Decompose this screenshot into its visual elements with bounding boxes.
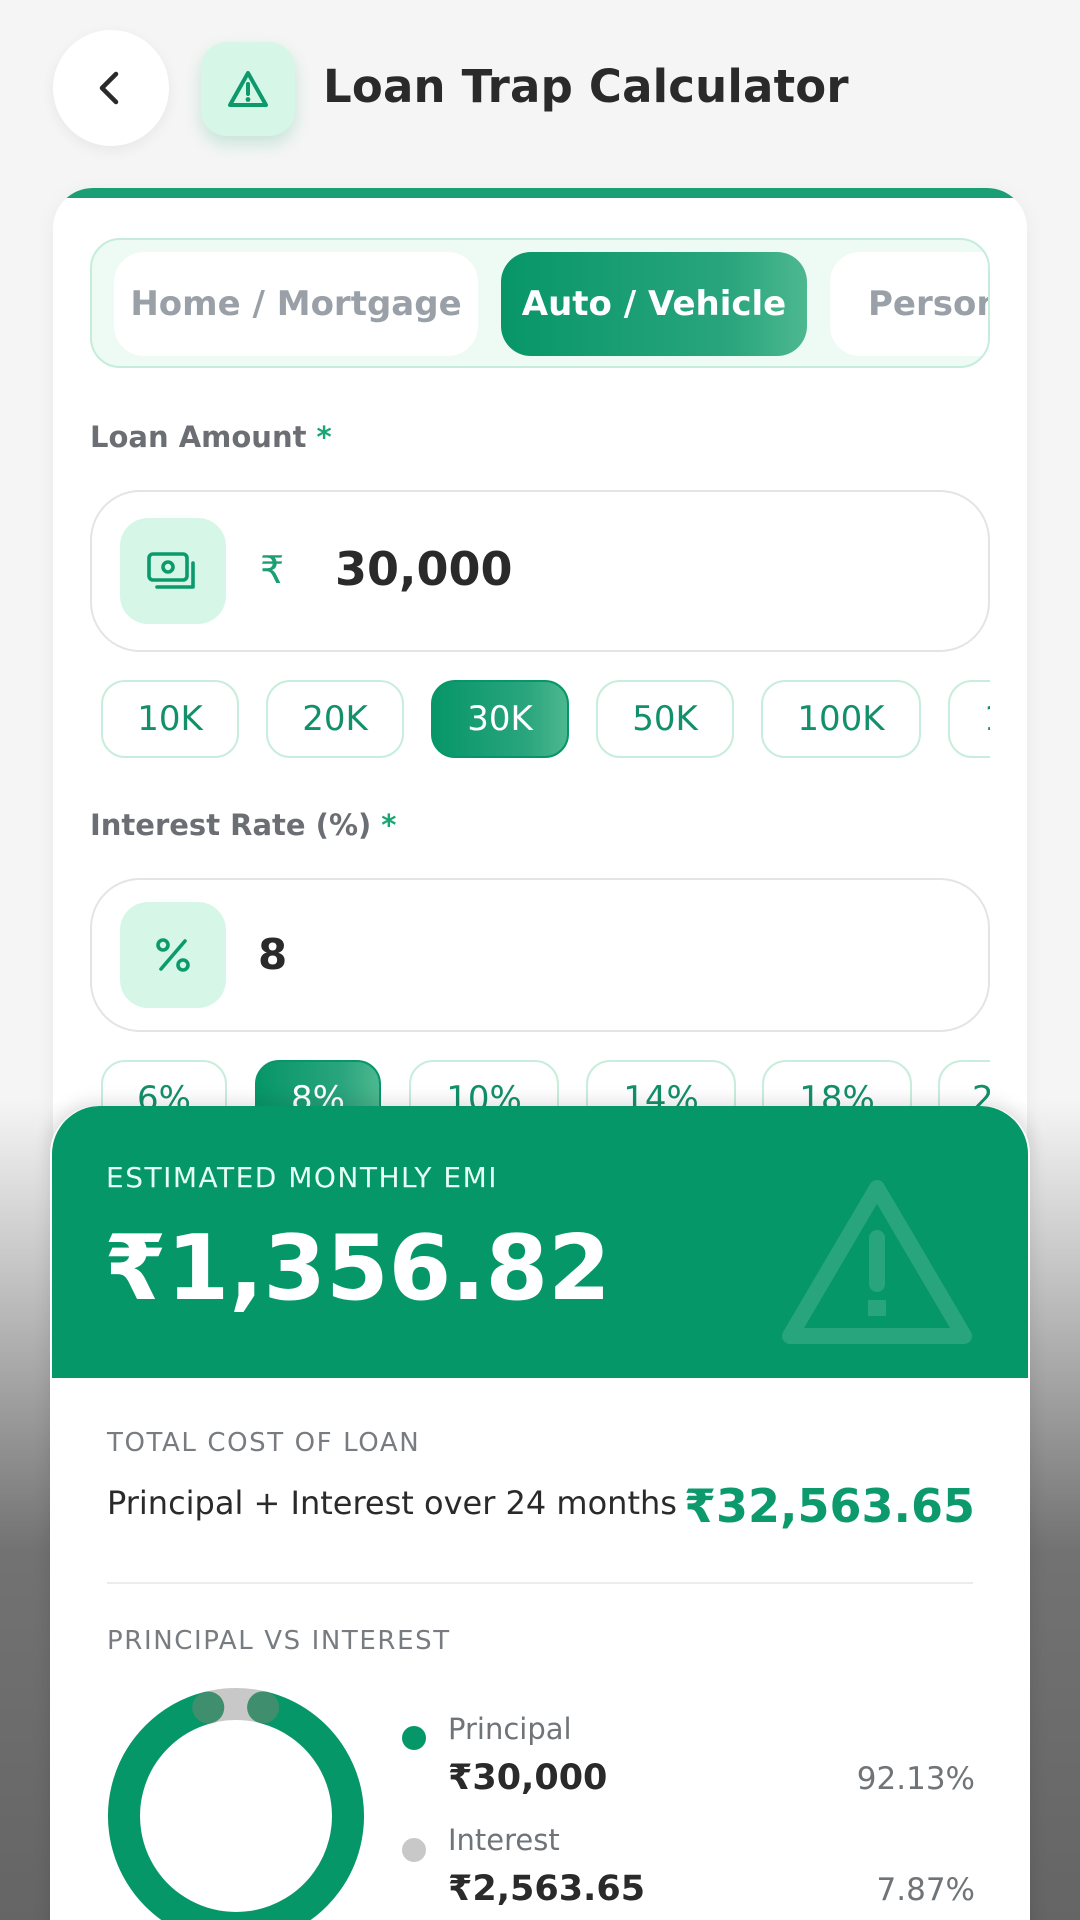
percent-icon	[120, 902, 226, 1008]
emi-value: ₹1,356.82	[104, 1216, 611, 1321]
principal-legend-dot	[402, 1726, 426, 1750]
interest-amount: ₹2,563.65	[448, 1869, 646, 1909]
chip-20k[interactable]: 20K	[266, 680, 404, 758]
warning-triangle-icon	[226, 69, 270, 109]
emi-panel: ESTIMATED MONTHLY EMI ₹1,356.82	[52, 1106, 1028, 1378]
loan-amount-presets: 10K 20K 30K 50K 100K 1	[90, 678, 990, 762]
chip-10k[interactable]: 10K	[101, 680, 239, 758]
cash-icon	[120, 518, 226, 624]
chip-100k[interactable]: 100K	[761, 680, 921, 758]
donut-principal-arc	[108, 1688, 364, 1920]
principal-percent: 92.13%	[856, 1761, 975, 1797]
chip-50k[interactable]: 50K	[596, 680, 734, 758]
principal-vs-interest-label: PRINCIPAL VS INTEREST	[107, 1626, 451, 1656]
interest-rate-value: 8	[258, 930, 288, 979]
chip-next[interactable]: 1	[948, 680, 990, 758]
principal-amount: ₹30,000	[448, 1758, 608, 1798]
back-button[interactable]	[53, 30, 169, 146]
interest-rate-field[interactable]: 8	[90, 878, 990, 1032]
tab-auto-vehicle[interactable]: Auto / Vehicle	[501, 252, 807, 356]
loan-form-card: Home / Mortgage Auto / Vehicle Person Lo…	[53, 188, 1027, 1188]
required-mark: *	[381, 808, 397, 842]
loan-amount-label-text: Loan Amount	[90, 420, 307, 454]
interest-legend-name: Interest	[448, 1823, 560, 1857]
required-mark: *	[316, 420, 332, 454]
total-cost-value: ₹32,563.65	[683, 1479, 975, 1533]
donut-arc-cap	[192, 1691, 225, 1724]
currency-symbol: ₹	[260, 548, 285, 592]
divider	[107, 1582, 973, 1584]
interest-legend-dot	[402, 1838, 426, 1862]
donut-arc-cap	[247, 1691, 280, 1724]
principal-interest-donut	[108, 1688, 364, 1920]
chip-30k[interactable]: 30K	[431, 680, 569, 758]
total-cost-label: TOTAL COST OF LOAN	[107, 1428, 421, 1458]
tab-personal[interactable]: Person	[830, 252, 988, 356]
loan-amount-field[interactable]: ₹ 30,000	[90, 490, 990, 652]
interest-rate-label-text: Interest Rate (%)	[90, 808, 372, 842]
tab-home-mortgage[interactable]: Home / Mortgage	[114, 252, 478, 356]
interest-rate-label: Interest Rate (%) *	[90, 808, 396, 842]
emi-label: ESTIMATED MONTHLY EMI	[106, 1161, 499, 1194]
chevron-left-icon	[91, 68, 131, 108]
header-badge	[201, 42, 295, 136]
warning-triangle-icon	[780, 1176, 974, 1352]
card-accent-bar	[53, 188, 1027, 198]
loan-amount-value: 30,000	[335, 542, 513, 596]
loan-amount-label: Loan Amount *	[90, 420, 332, 454]
result-sheet: ESTIMATED MONTHLY EMI ₹1,356.82 TOTAL CO…	[50, 1106, 1030, 1920]
page-title: Loan Trap Calculator	[323, 60, 849, 113]
loan-type-tabs: Home / Mortgage Auto / Vehicle Person	[90, 238, 990, 368]
principal-legend-name: Principal	[448, 1712, 572, 1746]
interest-percent: 7.87%	[876, 1872, 975, 1908]
total-cost-description: Principal + Interest over 24 months	[107, 1484, 677, 1522]
